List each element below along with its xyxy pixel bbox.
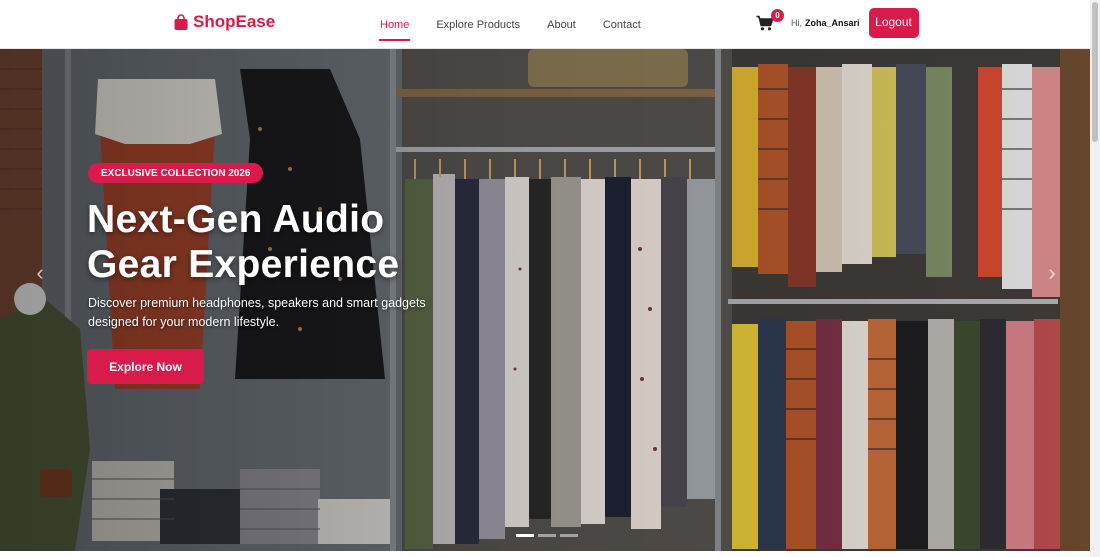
page-scrollbar[interactable]	[1090, 0, 1100, 557]
chevron-left-icon: ‹	[36, 260, 44, 285]
hero-title-line-1: Next-Gen Audio	[87, 198, 385, 241]
hero-title: Next-Gen Audio Gear Experience	[87, 197, 507, 287]
carousel-indicators	[516, 534, 578, 537]
navbar: ShopEase Home Explore Products About Con…	[0, 0, 1090, 49]
shopping-bag-icon	[174, 13, 188, 30]
nav-link-home[interactable]: Home	[378, 0, 411, 49]
logout-button[interactable]: Logout	[868, 8, 919, 38]
hero-subtitle: Discover premium headphones, speakers an…	[88, 294, 448, 332]
cart-button[interactable]: 0	[756, 9, 784, 31]
carousel-indicator-1[interactable]	[516, 534, 534, 537]
brand-name: ShopEase	[193, 12, 276, 31]
explore-now-button[interactable]: Explore Now	[87, 349, 204, 384]
carousel-indicator-3[interactable]	[560, 534, 578, 537]
hero-subtitle-line-2: designed for your modern lifestyle.	[88, 315, 280, 329]
nav-link-contact[interactable]: Contact	[603, 0, 641, 49]
hero-carousel: EXCLUSIVE COLLECTION 2026 Next-Gen Audio…	[0, 49, 1090, 551]
hero-subtitle-line-1: Discover premium headphones, speakers an…	[88, 296, 426, 310]
brand-logo[interactable]: ShopEase	[173, 12, 275, 32]
page-content-start	[0, 551, 1090, 557]
nav-link-about[interactable]: About	[547, 0, 576, 49]
hero-title-line-2: Gear Experience	[87, 243, 400, 286]
nav-links: Home Explore Products About Contact	[378, 0, 668, 49]
nav-link-explore-products[interactable]: Explore Products	[436, 0, 520, 49]
collection-badge: EXCLUSIVE COLLECTION 2026	[88, 163, 264, 183]
carousel-next-button[interactable]: ›	[1042, 260, 1062, 285]
cart-count-badge: 0	[771, 9, 784, 22]
username: Zoha_Ansari	[805, 18, 860, 28]
scrollbar-thumb[interactable]	[1092, 2, 1098, 142]
user-area: 0 Hi, Zoha_Ansari Logout	[756, 8, 919, 38]
carousel-prev-button[interactable]: ‹	[30, 260, 50, 285]
chevron-right-icon: ›	[1048, 260, 1056, 285]
carousel-indicator-2[interactable]	[538, 534, 556, 537]
greeting-text: Hi,	[791, 18, 802, 28]
